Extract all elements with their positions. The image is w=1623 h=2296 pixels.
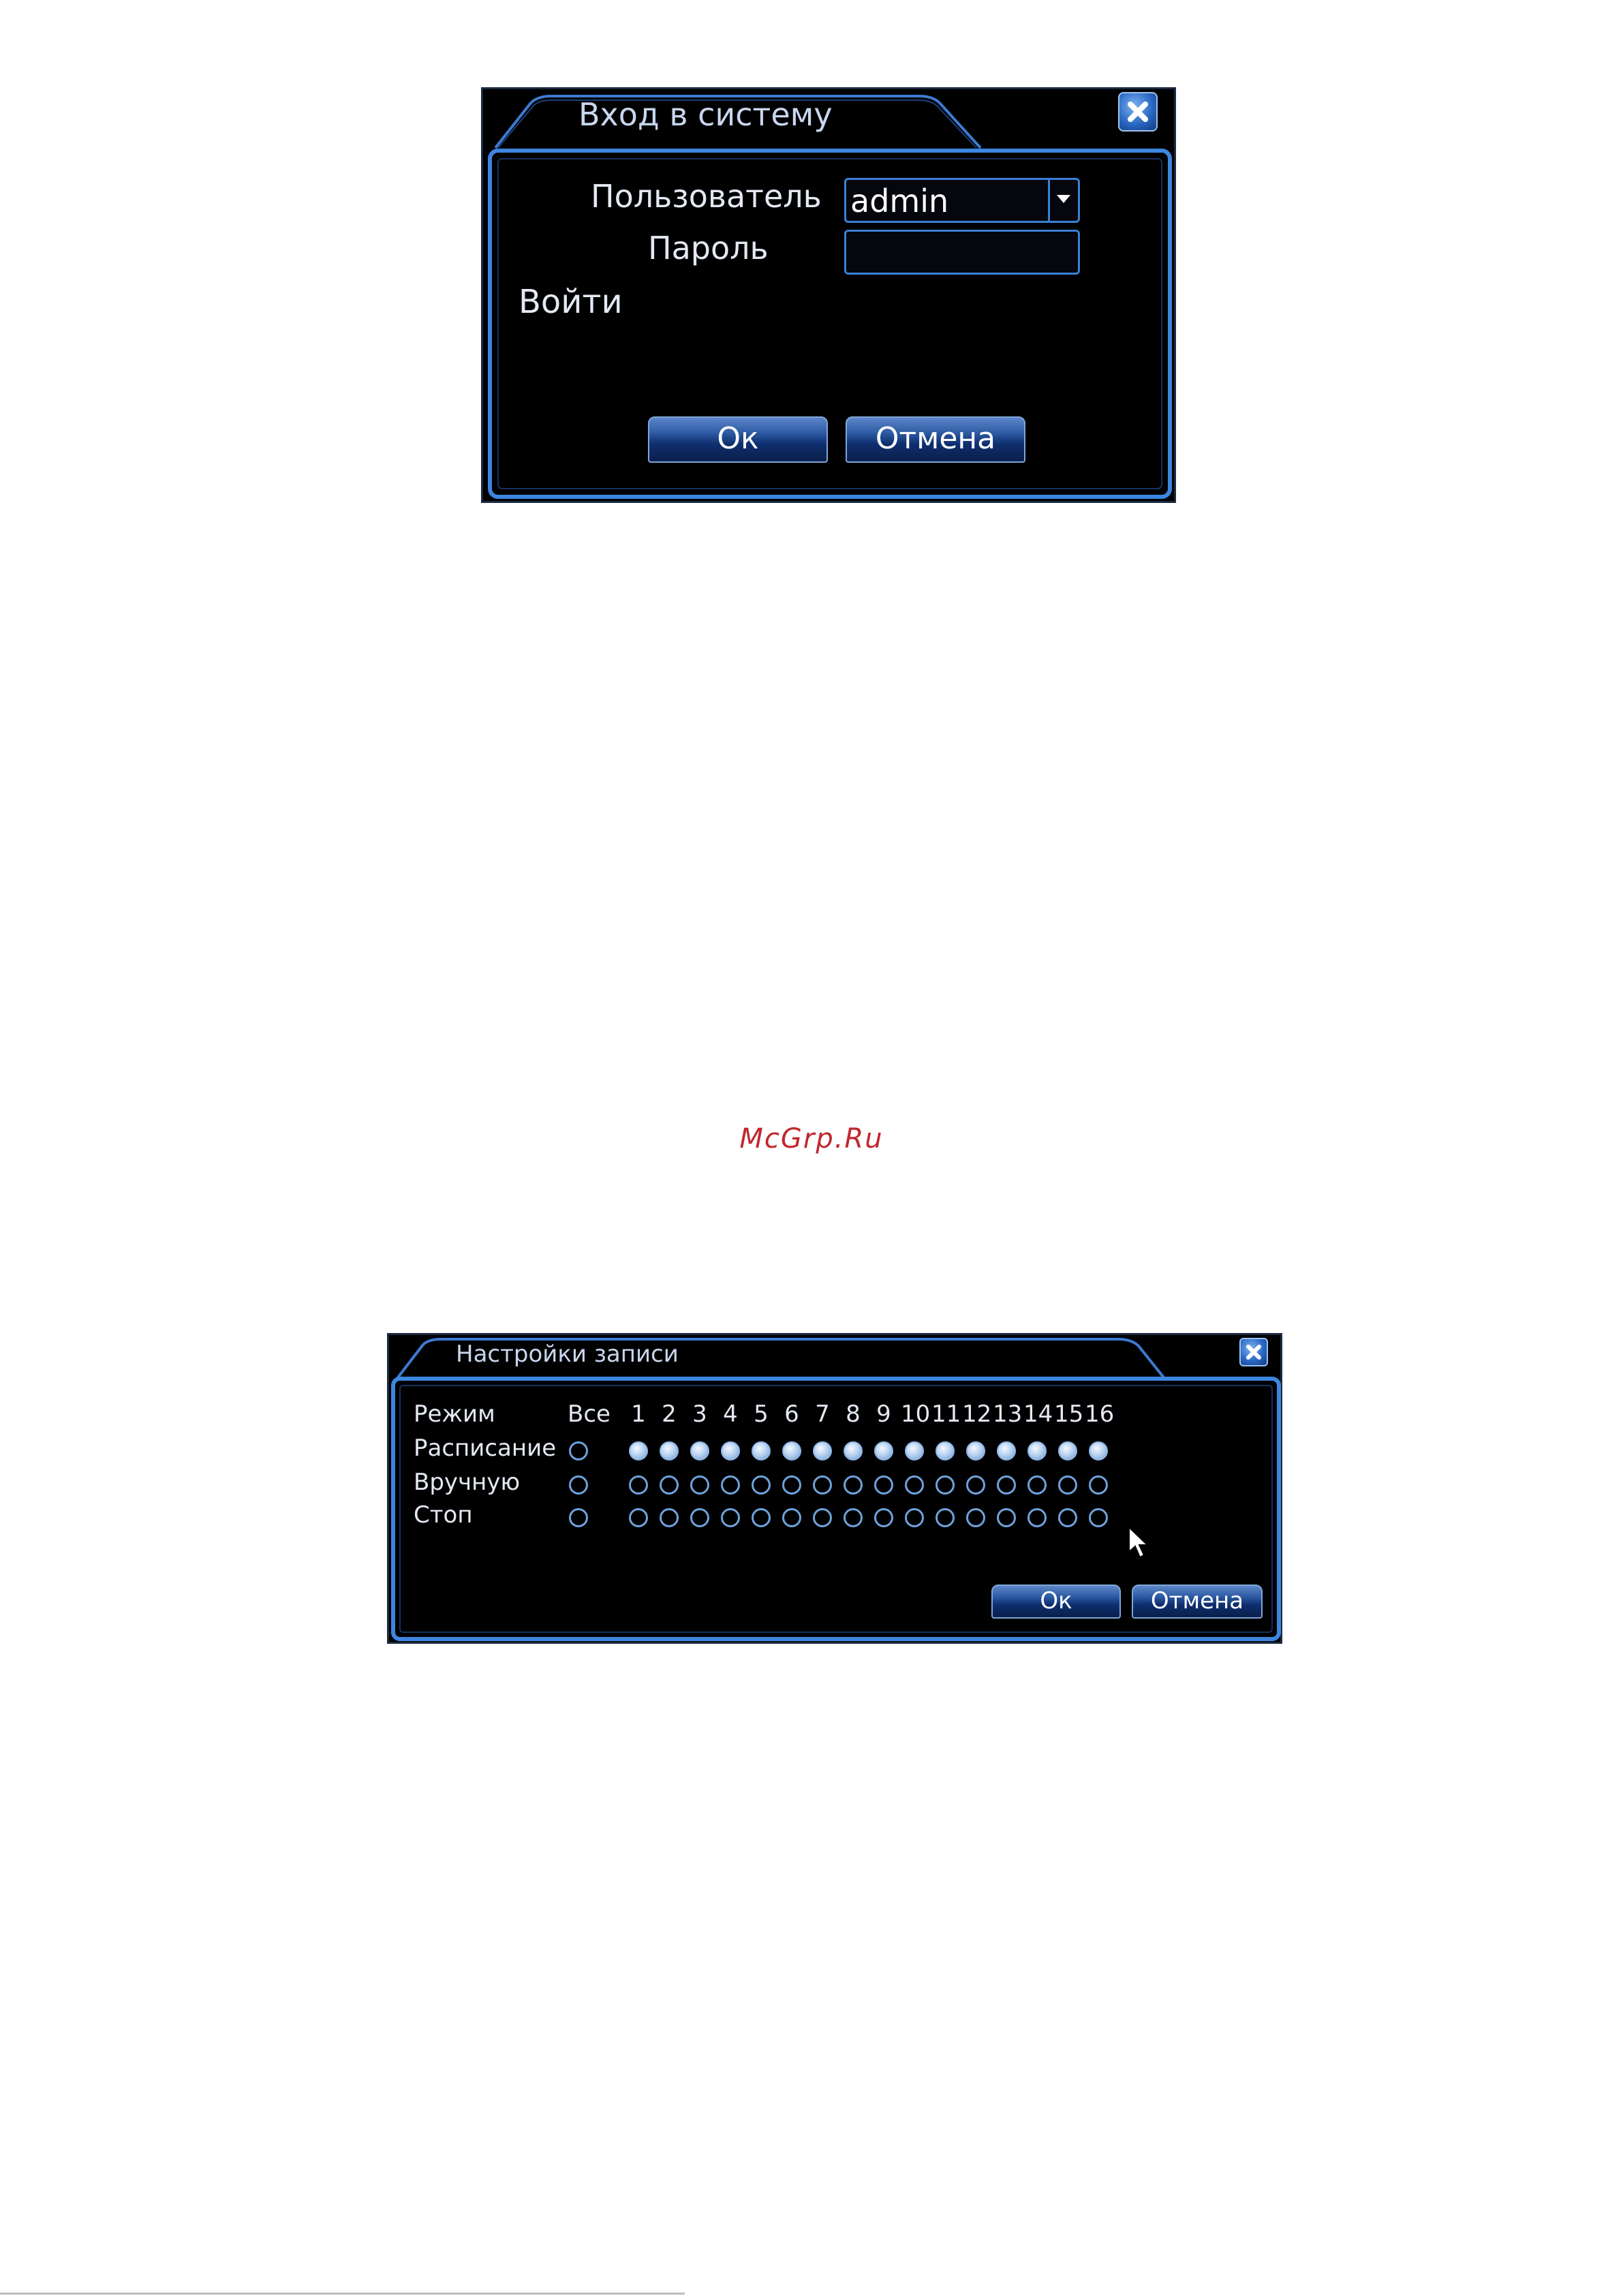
channel-header: 16 <box>1085 1400 1115 1428</box>
channel-radio[interactable] <box>752 1441 771 1460</box>
login-cancel-button[interactable]: Отмена <box>846 416 1025 463</box>
channel-radio[interactable] <box>690 1441 709 1460</box>
channel-radio[interactable] <box>997 1475 1016 1495</box>
channel-radio[interactable] <box>1058 1441 1077 1460</box>
channel-radio[interactable] <box>966 1508 985 1527</box>
channel-radio[interactable] <box>721 1475 740 1495</box>
channel-radio[interactable] <box>813 1508 832 1527</box>
channel-header: 12 <box>962 1400 992 1428</box>
user-label: Пользователь <box>591 178 822 215</box>
channel-radio[interactable] <box>1058 1475 1077 1495</box>
footer-line <box>0 2293 685 2295</box>
channel-radio[interactable] <box>844 1508 863 1527</box>
login-ok-button[interactable]: Ок <box>648 416 828 463</box>
mode-row-label: Расписание <box>414 1435 557 1462</box>
channel-radio[interactable] <box>629 1475 648 1495</box>
channel-header: 6 <box>784 1400 799 1428</box>
login-dialog-title: Вход в систему <box>578 96 833 133</box>
channel-radio[interactable] <box>660 1475 679 1495</box>
channel-header: 13 <box>993 1400 1023 1428</box>
channel-radio[interactable] <box>905 1441 924 1460</box>
record-settings-dialog: Настройки записи Режим Все 1 2 3 4 5 6 7 8 9 10 11… <box>387 1333 1282 1644</box>
channel-radio[interactable] <box>660 1441 679 1460</box>
record-dialog-title: Настройки записи <box>456 1341 679 1368</box>
channel-radio[interactable] <box>1089 1441 1108 1460</box>
channel-header: 2 <box>662 1400 677 1428</box>
mode-label: Режим <box>414 1400 495 1428</box>
mouse-pointer-icon <box>1128 1526 1149 1559</box>
user-select-value: admin <box>850 183 949 219</box>
all-channels-radio[interactable] <box>569 1508 588 1527</box>
all-column-header: Все <box>568 1400 610 1428</box>
channel-header: 10 <box>901 1400 931 1428</box>
channel-radio[interactable] <box>690 1508 709 1527</box>
channel-radio[interactable] <box>874 1441 893 1460</box>
channel-radio[interactable] <box>936 1441 955 1460</box>
channel-radio[interactable] <box>966 1441 985 1460</box>
channel-radio[interactable] <box>752 1475 771 1495</box>
channel-radio[interactable] <box>782 1508 801 1527</box>
user-select[interactable]: admin <box>844 178 1080 223</box>
chevron-down-icon <box>1057 195 1070 203</box>
channel-radio[interactable] <box>1058 1508 1077 1527</box>
channel-header: 3 <box>692 1400 707 1428</box>
channel-header: 5 <box>754 1400 769 1428</box>
channel-radio[interactable] <box>905 1475 924 1495</box>
channel-radio[interactable] <box>966 1475 985 1495</box>
channel-header: 7 <box>815 1400 830 1428</box>
channel-radio[interactable] <box>813 1475 832 1495</box>
all-channels-radio[interactable] <box>569 1475 588 1495</box>
close-icon <box>1246 1345 1261 1360</box>
channel-radio[interactable] <box>844 1475 863 1495</box>
channel-radio[interactable] <box>721 1441 740 1460</box>
channel-header: 4 <box>723 1400 738 1428</box>
mode-row-label: Вручную <box>414 1469 521 1496</box>
channel-radio[interactable] <box>997 1441 1016 1460</box>
watermark: McGrp.Ru <box>739 1123 884 1154</box>
record-close-button[interactable] <box>1239 1338 1268 1366</box>
channel-radio[interactable] <box>782 1475 801 1495</box>
channel-header: 11 <box>931 1400 961 1428</box>
login-close-button[interactable] <box>1118 92 1158 132</box>
close-icon <box>1128 102 1148 122</box>
record-ok-button[interactable]: Ок <box>991 1585 1121 1619</box>
channel-radio[interactable] <box>690 1475 709 1495</box>
channel-header: 14 <box>1023 1400 1053 1428</box>
channel-header: 8 <box>846 1400 861 1428</box>
channel-radio[interactable] <box>1027 1475 1047 1495</box>
channel-radio[interactable] <box>905 1508 924 1527</box>
channel-radio[interactable] <box>1089 1475 1108 1495</box>
mode-row-label: Стоп <box>414 1501 473 1529</box>
channel-radio[interactable] <box>874 1475 893 1495</box>
password-label: Пароль <box>648 230 769 266</box>
channel-radio[interactable] <box>874 1508 893 1527</box>
channel-radio[interactable] <box>1089 1508 1108 1527</box>
channel-radio[interactable] <box>1027 1508 1047 1527</box>
channel-header: 1 <box>631 1400 646 1428</box>
channel-header: 15 <box>1054 1400 1084 1428</box>
channel-radio[interactable] <box>629 1508 648 1527</box>
login-dialog: Вход в систему Пользователь admin Пароль… <box>481 87 1176 503</box>
channel-radio[interactable] <box>936 1475 955 1495</box>
channel-radio[interactable] <box>813 1441 832 1460</box>
channel-radio[interactable] <box>1027 1441 1047 1460</box>
channel-radio[interactable] <box>936 1508 955 1527</box>
channel-radio[interactable] <box>782 1441 801 1460</box>
channel-radio[interactable] <box>721 1508 740 1527</box>
channel-radio[interactable] <box>844 1441 863 1460</box>
channel-radio[interactable] <box>660 1508 679 1527</box>
channel-radio[interactable] <box>752 1508 771 1527</box>
all-channels-radio[interactable] <box>569 1441 588 1460</box>
channel-radio[interactable] <box>997 1508 1016 1527</box>
channel-header: 9 <box>876 1400 891 1428</box>
user-select-arrow[interactable] <box>1048 180 1078 221</box>
login-text: Войти <box>519 283 623 321</box>
record-cancel-button[interactable]: Отмена <box>1132 1585 1263 1619</box>
password-input[interactable] <box>844 230 1080 275</box>
channel-radio[interactable] <box>629 1441 648 1460</box>
